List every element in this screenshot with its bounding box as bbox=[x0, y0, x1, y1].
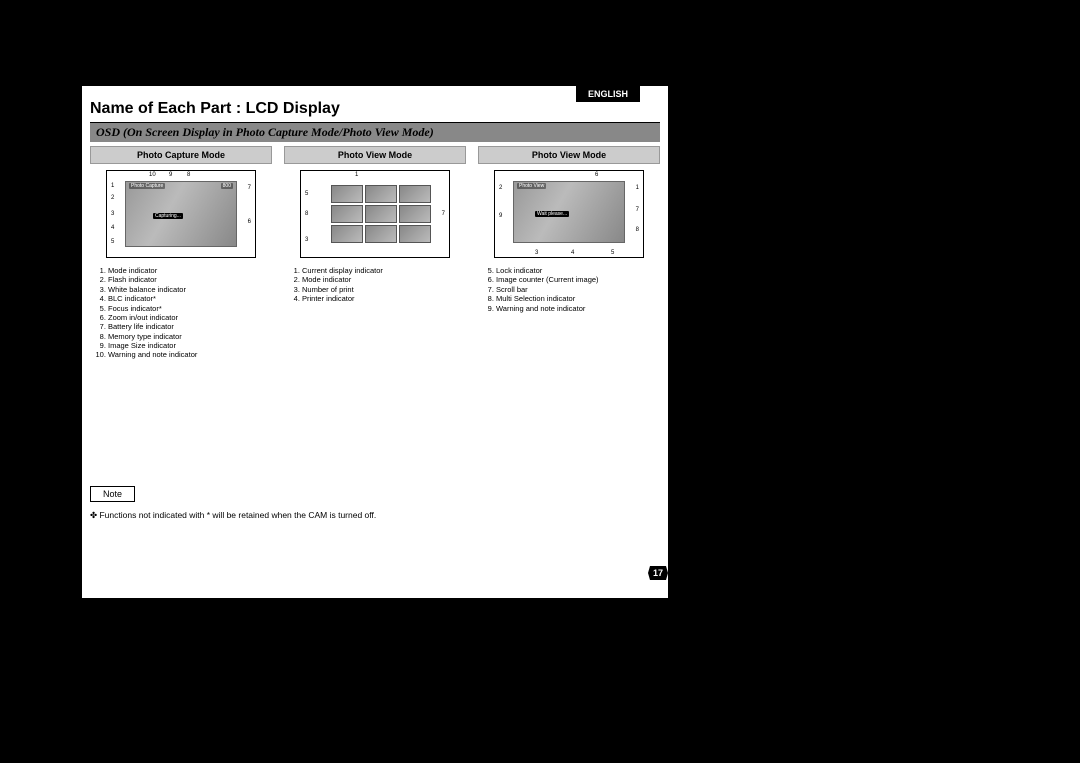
legend-item: Warning and note indicator bbox=[108, 350, 272, 359]
diagram-photo-capture: Photo Capture 800 Capturing... 10 9 8 1 … bbox=[106, 170, 256, 258]
legend-item: Battery life indicator bbox=[108, 322, 272, 331]
legend-item: Multi Selection indicator bbox=[496, 294, 660, 303]
thumb bbox=[399, 185, 431, 203]
callout-4: 4 bbox=[111, 225, 114, 231]
callout-2: 2 bbox=[111, 195, 114, 201]
legend-item: Number of print bbox=[302, 285, 466, 294]
note-text: Functions not indicated with * will be r… bbox=[90, 510, 376, 521]
diagram-photo-view-grid: 1 5 8 3 7 bbox=[300, 170, 450, 258]
page-title: Name of Each Part : LCD Display bbox=[90, 100, 340, 118]
callout-6: 6 bbox=[248, 219, 251, 225]
size-label: 800 bbox=[221, 183, 233, 189]
callout-6c: 6 bbox=[595, 172, 598, 178]
column-photo-capture: Photo Capture Mode Photo Capture 800 Cap… bbox=[90, 146, 272, 360]
callout-1c: 1 bbox=[636, 185, 639, 191]
legend-item: Memory type indicator bbox=[108, 332, 272, 341]
wait-status: Wait please... bbox=[535, 211, 569, 217]
callout-8c: 8 bbox=[636, 227, 639, 233]
language-tab: ENGLISH bbox=[576, 86, 640, 102]
col-header-2: Photo View Mode bbox=[284, 146, 466, 164]
legend-item: White balance indicator bbox=[108, 285, 272, 294]
callout-9: 9 bbox=[169, 172, 172, 178]
manual-page: ENGLISH Name of Each Part : LCD Display … bbox=[82, 86, 668, 598]
legend-item: Lock indicator bbox=[496, 266, 660, 275]
thumb bbox=[399, 205, 431, 223]
callout-2c: 2 bbox=[499, 185, 502, 191]
subtitle-text: OSD (On Screen Display in Photo Capture … bbox=[90, 123, 660, 142]
legend-2: Current display indicator Mode indicator… bbox=[284, 266, 466, 304]
callout-3b: 3 bbox=[305, 237, 308, 243]
callout-9c: 9 bbox=[499, 213, 502, 219]
thumb bbox=[365, 185, 397, 203]
callout-7c: 7 bbox=[636, 207, 639, 213]
mode-label: Photo Capture bbox=[129, 183, 165, 189]
legend-item: Current display indicator bbox=[302, 266, 466, 275]
callout-1b: 1 bbox=[355, 172, 358, 178]
legend-item: Zoom in/out indicator bbox=[108, 313, 272, 322]
callout-8b: 8 bbox=[305, 211, 308, 217]
subtitle-bar: OSD (On Screen Display in Photo Capture … bbox=[90, 123, 660, 142]
callout-7: 7 bbox=[248, 185, 251, 191]
thumb bbox=[399, 225, 431, 243]
callout-5c: 5 bbox=[611, 250, 614, 256]
legend-item: Scroll bar bbox=[496, 285, 660, 294]
mode-label-3: Photo View bbox=[517, 183, 546, 189]
callout-8: 8 bbox=[187, 172, 190, 178]
legend-item: Flash indicator bbox=[108, 275, 272, 284]
legend-item: Image Size indicator bbox=[108, 341, 272, 350]
legend-item: Mode indicator bbox=[302, 275, 466, 284]
thumb bbox=[331, 225, 363, 243]
legend-item: Mode indicator bbox=[108, 266, 272, 275]
legend-item: BLC indicator* bbox=[108, 294, 272, 303]
thumb bbox=[365, 225, 397, 243]
note-label-box: Note bbox=[90, 486, 135, 502]
col-header-1: Photo Capture Mode bbox=[90, 146, 272, 164]
callout-5: 5 bbox=[111, 239, 114, 245]
callout-1: 1 bbox=[111, 183, 114, 189]
callout-4c: 4 bbox=[571, 250, 574, 256]
callout-10: 10 bbox=[149, 172, 156, 178]
column-photo-view-single: Photo View Mode Photo View Wait please..… bbox=[478, 146, 660, 360]
legend-item: Focus indicator* bbox=[108, 304, 272, 313]
page-number: 17 bbox=[648, 566, 668, 580]
callout-3: 3 bbox=[111, 211, 114, 217]
legend-item: Image counter (Current image) bbox=[496, 275, 660, 284]
columns-row: Photo Capture Mode Photo Capture 800 Cap… bbox=[90, 146, 660, 360]
diagram-photo-view-single: Photo View Wait please... 6 2 9 1 7 8 3 … bbox=[494, 170, 644, 258]
thumbnail-grid bbox=[331, 185, 431, 243]
callout-7b: 7 bbox=[442, 211, 445, 217]
callout-5b: 5 bbox=[305, 191, 308, 197]
thumb bbox=[331, 185, 363, 203]
thumb bbox=[331, 205, 363, 223]
thumb bbox=[365, 205, 397, 223]
col-header-3: Photo View Mode bbox=[478, 146, 660, 164]
legend-1: Mode indicator Flash indicator White bal… bbox=[90, 266, 272, 360]
legend-item: Warning and note indicator bbox=[496, 304, 660, 313]
legend-3: Lock indicator Image counter (Current im… bbox=[478, 266, 660, 313]
legend-item: Printer indicator bbox=[302, 294, 466, 303]
column-photo-view-grid: Photo View Mode 1 5 8 3 7 bbox=[284, 146, 466, 360]
callout-3c: 3 bbox=[535, 250, 538, 256]
capturing-status: Capturing... bbox=[153, 213, 183, 219]
